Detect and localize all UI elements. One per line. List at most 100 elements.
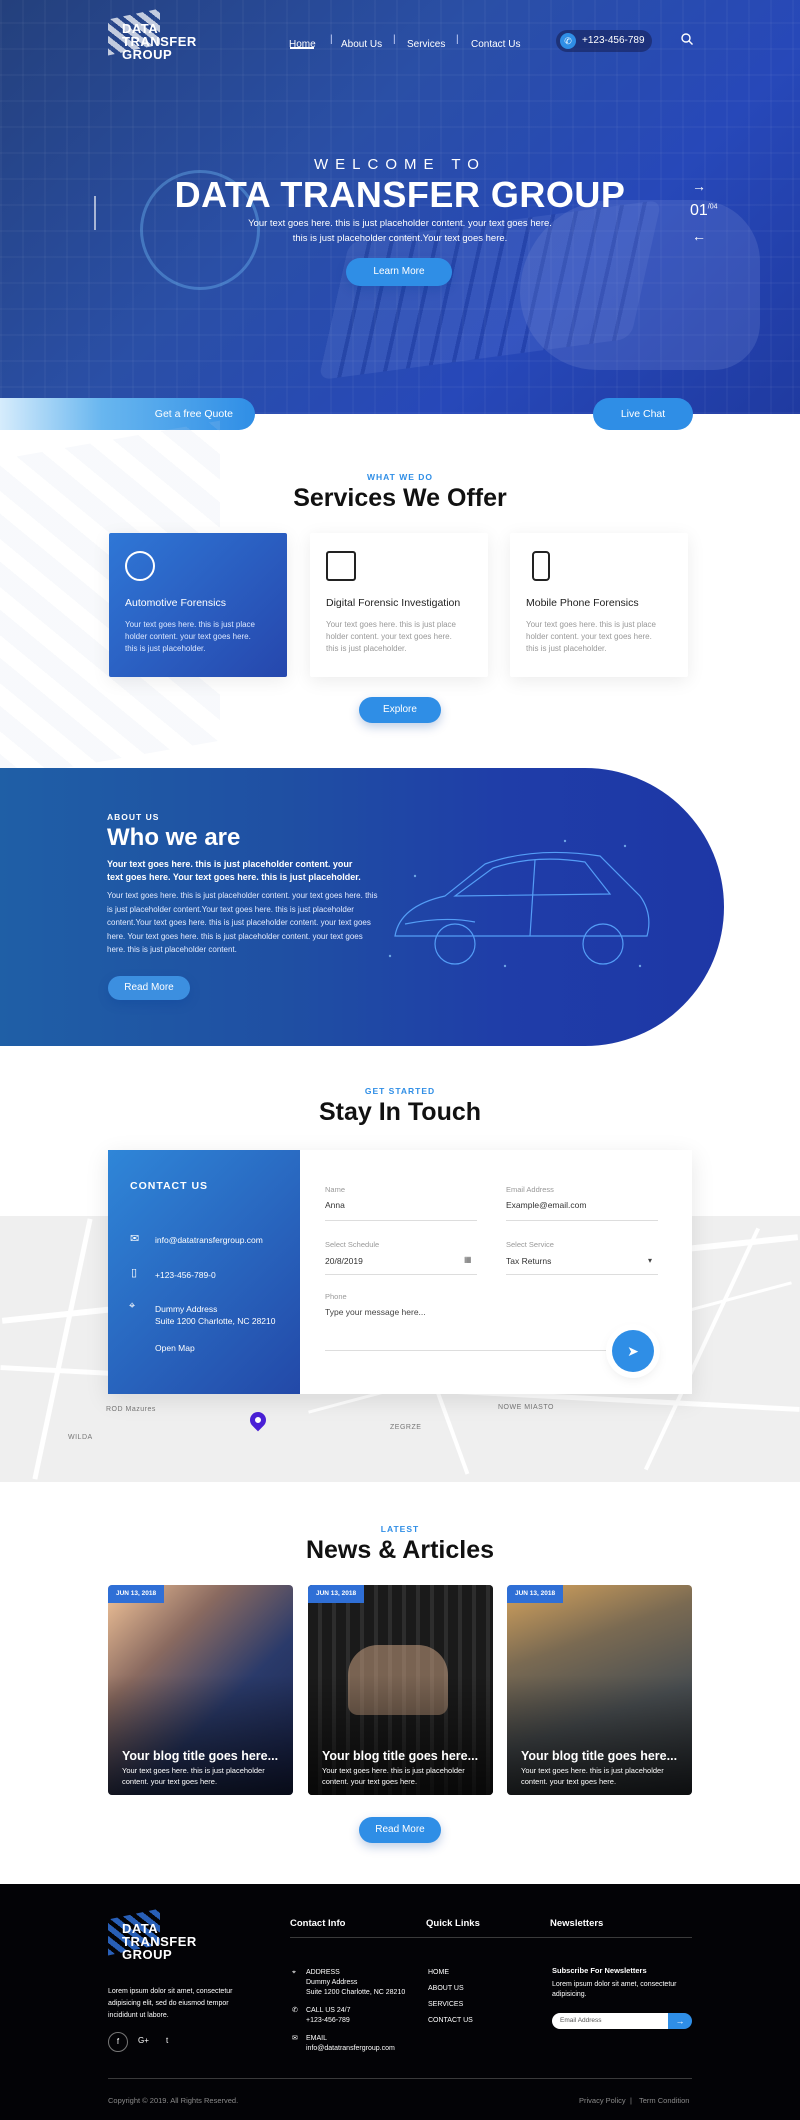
name-field[interactable]: Anna [325, 1200, 345, 1210]
footer-logo-line-3: GROUP [122, 1947, 173, 1962]
footer-email-value[interactable]: info@datatransfergroup.com [306, 2044, 395, 2054]
calendar-icon[interactable]: ▦ [464, 1255, 472, 1264]
facebook-icon[interactable]: f [108, 2032, 128, 2052]
hero-slide-indicator [94, 196, 96, 230]
service-card-digital[interactable]: Digital Forensic Investigation Your text… [310, 533, 488, 677]
live-chat-button[interactable]: Live Chat [593, 398, 693, 430]
news-date: JUN 13, 2018 [507, 1585, 564, 1603]
search-icon[interactable] [680, 32, 694, 46]
nav-services[interactable]: Services [407, 34, 445, 52]
google-plus-icon[interactable]: G+ [138, 2036, 149, 2045]
news-date: JUN 13, 2018 [108, 1585, 165, 1603]
logo[interactable]: DATA TRANSFER GROUP [108, 8, 228, 66]
contact-phone[interactable]: +123-456-789-0 [155, 1269, 216, 1281]
news-read-more-button[interactable]: Read More [359, 1817, 441, 1843]
nav-separator: | [456, 34, 459, 45]
nav-separator: | [330, 34, 333, 45]
arrow-right-icon[interactable]: → [692, 178, 706, 194]
twitter-icon[interactable]: t [166, 2036, 168, 2045]
news-card-excerpt: Your text goes here. this is just placeh… [521, 1766, 664, 1786]
service-select[interactable]: Tax Returns [506, 1256, 551, 1266]
chip-icon [326, 551, 356, 581]
newsletter-subtitle: Subscribe For Newsletters [552, 1966, 647, 1975]
mobile-phone-icon [532, 551, 550, 581]
phone-label: Phone [325, 1292, 347, 1301]
about-title: Who we are [107, 824, 241, 851]
hero-subtitle-line-1: Your text goes here. this is just placeh… [248, 218, 552, 229]
nav-link-services[interactable]: Services [407, 39, 445, 50]
field-underline [506, 1274, 658, 1275]
about-body: Your text goes here. this is just placeh… [107, 891, 378, 954]
slide-current: 01 [690, 202, 708, 219]
footer-link-home[interactable]: HOME [428, 1968, 449, 1978]
footer-divider [290, 1937, 692, 1938]
footer-link-services[interactable]: SERVICES [428, 2000, 463, 2010]
name-label: Name [325, 1185, 346, 1194]
service-card-title: Automotive Forensics [125, 597, 226, 609]
hero-subtitle-line-2: this is just placeholder content.Your te… [292, 233, 508, 244]
envelope-icon: ✉ [130, 1233, 140, 1245]
open-map-link[interactable]: Open Map [155, 1342, 195, 1354]
newsletter-email-input[interactable]: Email Address [552, 2013, 668, 2029]
service-card-automotive[interactable]: Automotive Forensics Your text goes here… [109, 533, 287, 677]
copyright: Copyright © 2019. All Rights Reserved. [108, 2096, 239, 2105]
newsletter-placeholder: Email Address [560, 2017, 602, 2024]
contact-title: Stay In Touch [318, 1098, 482, 1126]
map-label: NOWE MIASTO [498, 1404, 554, 1411]
nav-link-contact[interactable]: Contact Us [471, 39, 520, 50]
email-field[interactable]: Example@email.com [506, 1200, 586, 1210]
field-underline [325, 1274, 477, 1275]
nav-contact[interactable]: Contact Us [471, 34, 520, 52]
services-title: Services We Offer [293, 484, 507, 512]
news-date: JUN 13, 2018 [308, 1585, 365, 1603]
schedule-field[interactable]: 20/8/2019 [325, 1256, 363, 1266]
footer-bottom-divider [108, 2078, 692, 2079]
send-button[interactable]: ➤ [612, 1330, 654, 1372]
news-card-title[interactable]: Your blog title goes here... [521, 1749, 677, 1763]
footer-link-about[interactable]: ABOUT US [428, 1984, 464, 1994]
car-wireframe-illustration [388, 839, 650, 968]
contact-email[interactable]: info@datatransfergroup.com [155, 1234, 263, 1246]
learn-more-button[interactable]: Learn More [346, 258, 452, 286]
footer-about-text: Lorem ipsum dolor sit amet, consectetur … [108, 1988, 233, 2019]
news-card-title[interactable]: Your blog title goes here... [322, 1749, 478, 1763]
service-card-body: Your text goes here. this is just place … [125, 620, 255, 653]
paper-plane-icon: ➤ [627, 1343, 639, 1359]
news-card-excerpt: Your text goes here. this is just placeh… [322, 1766, 465, 1786]
footer-address-label: ADDRESS [306, 1969, 340, 1976]
phone-pill[interactable]: ✆ +123-456-789 [556, 30, 652, 52]
message-field[interactable]: Type your message here... [325, 1307, 426, 1317]
nav-home[interactable]: Home [289, 34, 316, 52]
footer-address-line-1: Dummy Address [306, 1979, 358, 1986]
news-kicker: LATEST [380, 1524, 420, 1534]
arrow-left-icon[interactable]: ← [692, 228, 706, 244]
mobile-icon: ▯ [131, 1267, 138, 1279]
news-card[interactable]: JUN 13, 2018 Your blog title goes here..… [108, 1585, 293, 1795]
news-card[interactable]: JUN 13, 2018 Your blog title goes here..… [507, 1585, 692, 1795]
news-card-title[interactable]: Your blog title goes here... [122, 1749, 278, 1763]
location-icon: ⌖ [292, 1969, 296, 1976]
footer-call-value[interactable]: +123-456-789 [306, 2016, 351, 2026]
news-title: News & Articles [305, 1536, 495, 1564]
terms-link[interactable]: Term Condition [639, 2096, 689, 2105]
explore-button[interactable]: Explore [359, 697, 441, 723]
nav-link-about[interactable]: About Us [341, 39, 382, 50]
service-card-body: Your text goes here. this is just place … [326, 620, 456, 653]
footer-logo[interactable]: DATA TRANSFER GROUP [108, 1908, 228, 1966]
contact-kicker: GET STARTED [364, 1086, 436, 1096]
chevron-down-icon[interactable]: ▾ [648, 1256, 652, 1265]
footer-link-contact[interactable]: CONTACT US [428, 2016, 473, 2026]
newsletter-submit-arrow-icon[interactable]: → [668, 2013, 692, 2029]
privacy-policy-link[interactable]: Privacy Policy [579, 2096, 626, 2105]
footer-address-line-2: Suite 1200 Charlotte, NC 28210 [306, 1989, 406, 1996]
about-read-more-button[interactable]: Read More [108, 976, 190, 1000]
service-card-body: Your text goes here. this is just place … [526, 620, 656, 653]
footer-email-label: EMAIL [306, 2035, 328, 2042]
service-card-title: Mobile Phone Forensics [526, 597, 639, 609]
news-card[interactable]: JUN 13, 2018 Your blog title goes here..… [308, 1585, 493, 1795]
nav-about[interactable]: About Us [341, 34, 382, 52]
contact-address: Dummy Address Suite 1200 Charlotte, NC 2… [155, 1303, 276, 1327]
service-card-mobile[interactable]: Mobile Phone Forensics Your text goes he… [510, 533, 688, 677]
nav-active-underline [290, 47, 314, 49]
services-kicker: WHAT WE DO [366, 472, 434, 482]
